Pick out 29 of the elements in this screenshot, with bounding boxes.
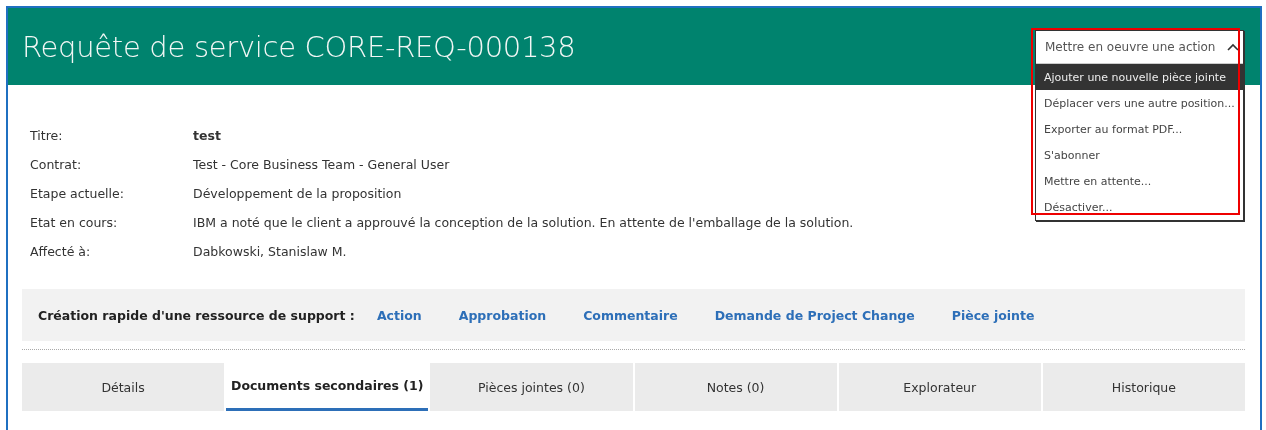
menu-item[interactable]: Désactiver... [1036, 194, 1243, 220]
menu-item[interactable]: Ajouter une nouvelle pièce jointe [1036, 64, 1243, 90]
menu-item[interactable]: Déplacer vers une autre position... [1036, 90, 1243, 116]
field-value: Développement de la proposition [193, 185, 402, 203]
tab[interactable]: Pièces jointes (0) [430, 363, 633, 411]
quick-create-link[interactable]: Demande de Project Change [714, 307, 915, 323]
action-menu-label: Mettre en oeuvre une action [1045, 40, 1216, 54]
menu-item[interactable]: Exporter au format PDF... [1036, 116, 1243, 142]
field-label: Etat en cours: [30, 214, 118, 232]
field-value: Dabkowski, Stanislaw M. [193, 243, 347, 261]
page-title: Requête de service CORE-REQ-000138 [22, 29, 576, 64]
tab[interactable]: Notes (0) [634, 363, 837, 411]
quick-create-link[interactable]: Pièce jointe [951, 307, 1035, 323]
menu-item[interactable]: Mettre en attente... [1036, 168, 1243, 194]
field-value: IBM a noté que le client a approuvé la conception de la solution. En attente de l'emballage de la solution. [193, 214, 854, 232]
field-label: Contrat: [30, 156, 82, 174]
field-value: test [193, 127, 221, 145]
field-label: Etape actuelle: [30, 185, 124, 203]
tab[interactable]: Historique [1042, 363, 1245, 411]
menu-item[interactable]: S'abonner [1036, 142, 1243, 168]
field-label: Titre: [30, 127, 63, 145]
quick-create-link[interactable]: Approbation [458, 307, 547, 323]
tab[interactable]: Explorateur [838, 363, 1041, 411]
field-value: Test - Core Business Team - General User [193, 156, 450, 174]
quick-create-link[interactable]: Action [376, 307, 422, 323]
tab[interactable]: Détails [22, 363, 225, 411]
quick-create-link[interactable]: Commentaire [583, 307, 678, 323]
field-label: Affecté à: [30, 243, 91, 261]
quick-create-label: Création rapide d'une ressource de support : [38, 307, 355, 323]
